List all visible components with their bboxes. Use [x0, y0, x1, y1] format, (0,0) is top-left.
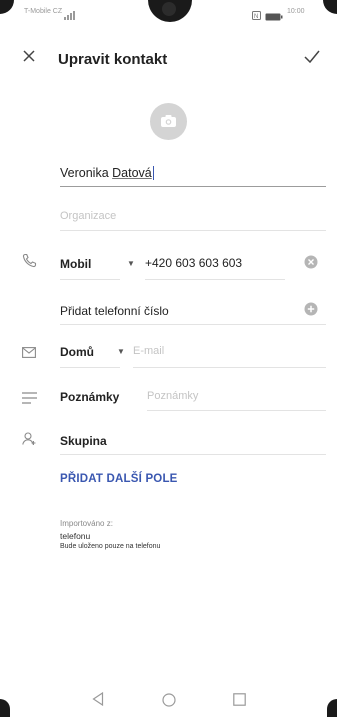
phone-type-label[interactable]: Mobil: [60, 257, 91, 271]
divider: [60, 454, 326, 455]
add-field-button[interactable]: PŘIDAT DALŠÍ POLE: [60, 473, 178, 485]
add-phone-icon[interactable]: [304, 302, 318, 321]
notes-field[interactable]: Poznámky: [147, 390, 198, 402]
carrier-label: T-Mobile CZ: [24, 8, 63, 15]
phone-icon: [22, 253, 37, 273]
divider: [60, 230, 326, 231]
last-name: Datová: [112, 166, 152, 180]
email-field[interactable]: E-mail: [133, 345, 164, 357]
battery-icon: [265, 8, 283, 26]
recents-icon[interactable]: [233, 693, 246, 711]
home-icon[interactable]: [162, 693, 176, 712]
notes-label: Poznámky: [60, 390, 120, 404]
email-icon: [22, 345, 36, 363]
divider: [60, 367, 120, 368]
page-title: Upravit kontakt: [58, 51, 168, 68]
name-field[interactable]: Veronika Datová: [60, 166, 154, 180]
divider: [147, 410, 326, 411]
group-icon: [22, 432, 38, 450]
screen-corner: [323, 0, 337, 14]
phone-type-dropdown-icon[interactable]: ▼: [127, 259, 135, 268]
front-camera: [162, 2, 176, 16]
clear-phone-icon[interactable]: [304, 255, 318, 274]
camera-icon: [161, 115, 176, 127]
imported-from-label: Importováno z:: [60, 519, 113, 528]
back-icon[interactable]: [92, 691, 104, 711]
organization-field[interactable]: Organizace: [60, 210, 116, 222]
email-type-label[interactable]: Domů: [60, 345, 94, 359]
storage-note: Bude uloženo pouze na telefonu: [60, 543, 161, 550]
text-cursor: [152, 166, 154, 180]
save-check-icon[interactable]: [304, 50, 320, 68]
add-phone-button[interactable]: Přidat telefonní číslo: [60, 304, 169, 318]
close-icon[interactable]: [22, 49, 36, 68]
phone-number-field[interactable]: +420 603 603 603: [145, 256, 242, 270]
nfc-icon: N: [252, 7, 261, 25]
name-underline: [60, 186, 326, 187]
first-name: Veronika: [60, 166, 113, 180]
email-type-dropdown-icon[interactable]: ▼: [117, 347, 125, 356]
import-source: telefonu: [60, 531, 91, 541]
divider: [60, 279, 120, 280]
divider: [60, 324, 326, 325]
group-field[interactable]: Skupina: [60, 434, 107, 448]
add-photo-button[interactable]: [150, 103, 187, 140]
screen-corner: [0, 699, 10, 717]
divider: [133, 367, 326, 368]
notes-icon: [22, 391, 37, 409]
clock: 10:00: [287, 8, 305, 15]
divider: [145, 279, 285, 280]
screen-corner: [0, 0, 14, 14]
svg-text:N: N: [254, 14, 258, 20]
screen-corner: [327, 699, 337, 717]
signal-icon: [64, 7, 80, 25]
